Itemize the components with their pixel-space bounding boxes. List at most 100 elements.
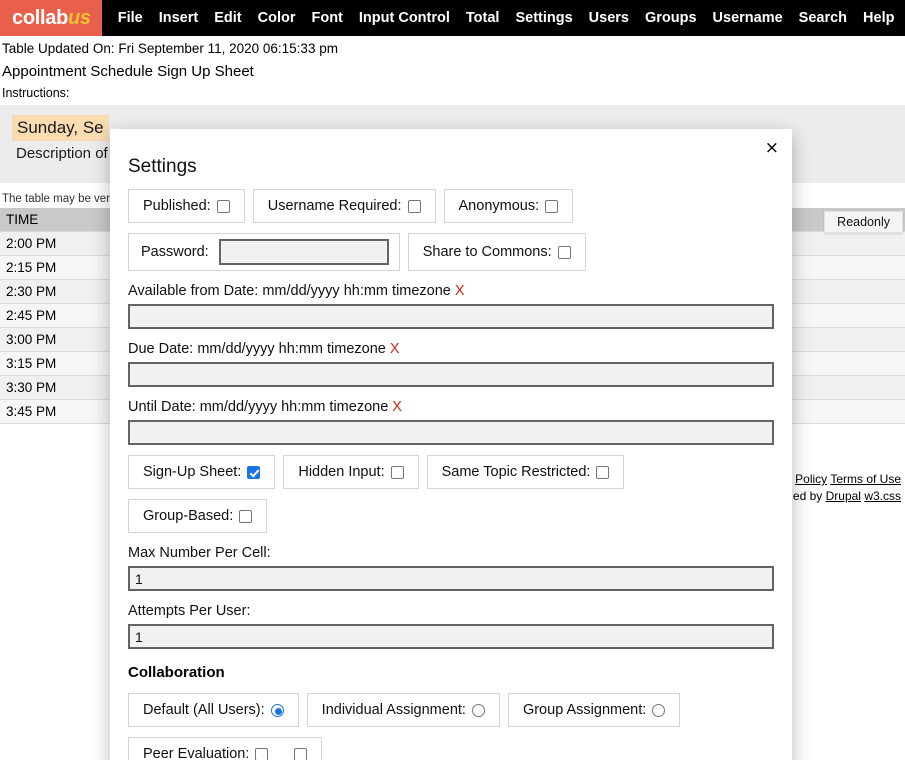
nav-item-file[interactable]: File xyxy=(110,0,151,36)
username-required-option[interactable]: Username Required: xyxy=(252,189,436,223)
signup-sheet-option[interactable]: Sign-Up Sheet: xyxy=(128,455,276,489)
nav-item-search[interactable]: Search xyxy=(791,0,855,36)
group-based-row: Group-Based: xyxy=(128,499,774,533)
username-required-checkbox[interactable] xyxy=(407,199,421,213)
nav-item-groups[interactable]: Groups xyxy=(637,0,705,36)
same-topic-restricted-checkbox[interactable] xyxy=(596,465,610,479)
logo-text-main: collab xyxy=(12,6,68,29)
individual-assignment-label: Individual Assignment: xyxy=(321,702,466,718)
description-date: Sunday, Se xyxy=(12,115,109,141)
group-assignment-label: Group Assignment: xyxy=(522,702,647,718)
settings-modal: × Settings Published: Username Required:… xyxy=(110,129,792,760)
top-navbar: collab us File Insert Edit Color Font Inp… xyxy=(0,0,905,36)
individual-assignment-option[interactable]: Individual Assignment: xyxy=(306,693,500,727)
due-date-label-text: Due Date: mm/dd/yyyy hh:mm timezone xyxy=(128,341,386,357)
peer-evaluation-checkbox-primary[interactable] xyxy=(255,747,269,760)
nav-item-total[interactable]: Total xyxy=(458,0,508,36)
default-all-users-option[interactable]: Default (All Users): xyxy=(128,693,299,727)
default-all-users-label: Default (All Users): xyxy=(143,702,265,718)
page-footer: Policy Terms of Use ed by Drupal w3.css xyxy=(793,471,901,505)
footer-powered-prefix: ed by xyxy=(792,489,823,503)
close-icon[interactable]: × xyxy=(765,140,779,157)
until-date-label: Until Date: mm/dd/yyyy hh:mm timezone X xyxy=(128,397,774,417)
peer-evaluation-label: Peer Evaluation: xyxy=(143,746,250,760)
due-date-input[interactable] xyxy=(128,362,774,387)
instructions-label: Instructions: xyxy=(2,86,70,100)
password-label: Password: xyxy=(141,244,209,260)
collaboration-mode-row: Default (All Users): Individual Assignme… xyxy=(128,693,774,727)
until-date-input[interactable] xyxy=(128,420,774,445)
group-assignment-option[interactable]: Group Assignment: xyxy=(507,693,681,727)
nav-item-input-control[interactable]: Input Control xyxy=(351,0,458,36)
nav-menu: File Insert Edit Color Font Input Contro… xyxy=(102,0,903,36)
max-number-per-cell-input[interactable] xyxy=(128,566,774,591)
cell-time: 2:45 PM xyxy=(0,303,92,328)
nav-item-username[interactable]: Username xyxy=(705,0,791,36)
cell-time: 3:15 PM xyxy=(0,351,92,376)
group-assignment-radio[interactable] xyxy=(652,703,666,717)
hidden-input-checkbox[interactable] xyxy=(390,465,404,479)
nav-item-users[interactable]: Users xyxy=(581,0,637,36)
visibility-options-row: Published: Username Required: Anonymous: xyxy=(128,189,774,223)
peer-evaluation-option[interactable]: Peer Evaluation: xyxy=(128,737,323,760)
published-label: Published: xyxy=(143,198,211,214)
app-logo[interactable]: collab us xyxy=(0,0,102,36)
max-number-per-cell-label: Max Number Per Cell: xyxy=(128,545,271,561)
footer-link-policy[interactable]: Policy xyxy=(795,472,827,486)
sheet-options-row: Sign-Up Sheet: Hidden Input: Same Topic … xyxy=(128,455,774,489)
nav-item-edit[interactable]: Edit xyxy=(206,0,249,36)
individual-assignment-radio[interactable] xyxy=(471,703,485,717)
password-input[interactable] xyxy=(218,239,389,265)
available-from-label-text: Available from Date: mm/dd/yyyy hh:mm ti… xyxy=(128,283,451,299)
readonly-badge: Readonly xyxy=(824,211,903,233)
attempts-per-user-label: Attempts Per User: xyxy=(128,603,251,619)
share-to-commons-option[interactable]: Share to Commons: xyxy=(407,233,586,271)
share-to-commons-label: Share to Commons: xyxy=(422,244,552,260)
page-title: Appointment Schedule Sign Up Sheet xyxy=(2,63,254,80)
cell-time: 3:30 PM xyxy=(0,375,92,400)
same-topic-restricted-option[interactable]: Same Topic Restricted: xyxy=(426,455,625,489)
nav-item-settings[interactable]: Settings xyxy=(507,0,580,36)
cell-time: 3:45 PM xyxy=(0,399,92,424)
hidden-input-label: Hidden Input: xyxy=(298,464,385,480)
page-body: Table Updated On: Fri September 11, 2020… xyxy=(0,36,905,760)
due-date-label: Due Date: mm/dd/yyyy hh:mm timezone X xyxy=(128,339,774,359)
until-date-required-marker: X xyxy=(392,399,402,415)
group-based-checkbox[interactable] xyxy=(239,509,253,523)
cell-time: 3:00 PM xyxy=(0,327,92,352)
nav-item-help[interactable]: Help xyxy=(855,0,902,36)
group-based-label: Group-Based: xyxy=(143,508,234,524)
anonymous-option[interactable]: Anonymous: xyxy=(443,189,574,223)
share-to-commons-checkbox[interactable] xyxy=(557,245,571,259)
password-option: Password: xyxy=(128,233,400,271)
peer-evaluation-row: Peer Evaluation: xyxy=(128,737,774,760)
available-from-input[interactable] xyxy=(128,304,774,329)
due-date-required-marker: X xyxy=(389,341,400,357)
attempts-per-user-input[interactable] xyxy=(128,624,774,649)
column-header-time: TIME xyxy=(0,208,92,232)
peer-evaluation-checkbox-secondary[interactable] xyxy=(294,747,308,760)
modal-body: Published: Username Required: Anonymous:… xyxy=(110,189,792,760)
logo-text-accent: us xyxy=(68,6,91,29)
published-checkbox[interactable] xyxy=(216,199,230,213)
same-topic-restricted-label: Same Topic Restricted: xyxy=(441,464,591,480)
modal-title: Settings xyxy=(128,156,197,177)
footer-link-terms[interactable]: Terms of Use xyxy=(830,472,901,486)
signup-sheet-checkbox[interactable] xyxy=(247,465,261,479)
nav-item-insert[interactable]: Insert xyxy=(151,0,207,36)
nav-item-font[interactable]: Font xyxy=(303,0,350,36)
signup-sheet-label: Sign-Up Sheet: xyxy=(143,464,242,480)
footer-link-w3css[interactable]: w3.css xyxy=(864,489,901,503)
table-updated-text: Table Updated On: Fri September 11, 2020… xyxy=(2,41,338,56)
cell-time: 2:00 PM xyxy=(0,231,92,256)
group-based-option[interactable]: Group-Based: xyxy=(128,499,268,533)
hidden-input-option[interactable]: Hidden Input: xyxy=(283,455,419,489)
footer-link-drupal[interactable]: Drupal xyxy=(826,489,861,503)
cell-time: 2:30 PM xyxy=(0,279,92,304)
available-from-required-marker: X xyxy=(454,283,465,299)
anonymous-checkbox[interactable] xyxy=(545,199,559,213)
default-all-users-radio[interactable] xyxy=(270,703,284,717)
published-option[interactable]: Published: xyxy=(128,189,245,223)
collaboration-heading: Collaboration xyxy=(128,664,225,681)
nav-item-color[interactable]: Color xyxy=(250,0,304,36)
